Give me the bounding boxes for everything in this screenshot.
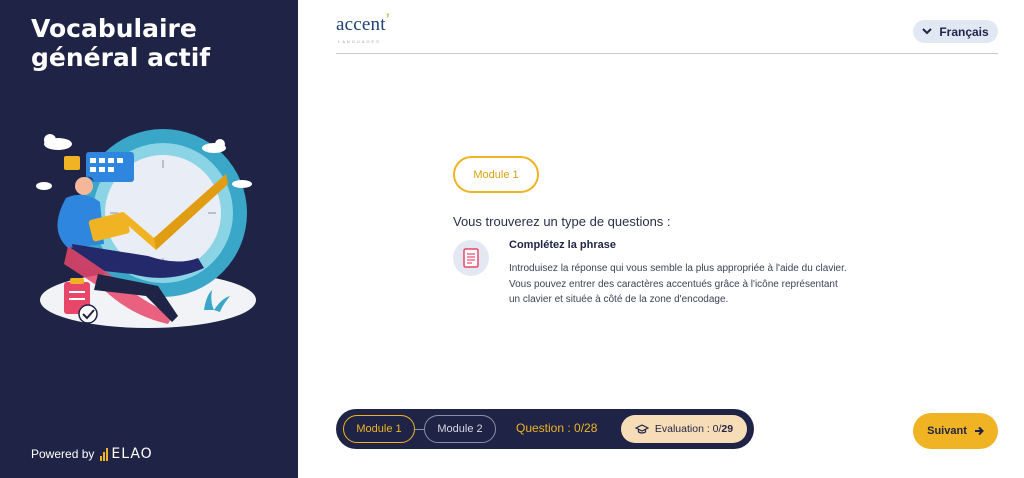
- course-title: Vocabulaire général actif: [31, 14, 281, 72]
- elao-logo: ELAO: [100, 446, 152, 462]
- description-line: Vous pouvez entrer des caractères accent…: [509, 278, 838, 290]
- brand-tick: ’: [385, 10, 390, 26]
- intro-text: Vous trouverez un type de questions :: [453, 214, 671, 229]
- sidebar: Vocabulaire général actif Powered by ELA…: [0, 0, 298, 478]
- language-label: Français: [939, 24, 989, 39]
- arrow-right-icon: [974, 426, 984, 436]
- chevron-down-icon: [922, 28, 933, 35]
- course-title-line-1: Vocabulaire: [31, 14, 197, 43]
- next-button-label: Suivant: [927, 425, 967, 437]
- question-type-description: Introduisez la réponse qui vous semble l…: [509, 261, 899, 308]
- accent-logo: accent’ LANGUAGES: [336, 10, 390, 48]
- question-type-title: Complétez la phrase: [509, 239, 616, 251]
- document-icon: [453, 240, 489, 276]
- course-title-line-2: général actif: [31, 43, 211, 72]
- brand-name: accent: [336, 14, 386, 35]
- module-tab-1[interactable]: Module 1: [343, 415, 415, 443]
- question-counter: Question : 0/28: [516, 421, 598, 435]
- powered-by: Powered by ELAO: [31, 446, 153, 462]
- brand-subtitle: LANGUAGES: [338, 39, 381, 44]
- language-select-button[interactable]: Français: [913, 20, 998, 43]
- app-root: Vocabulaire général actif Powered by ELA…: [0, 0, 1024, 478]
- elao-bars-icon: [100, 447, 109, 461]
- evaluation-total: 29: [721, 423, 734, 435]
- description-line: Introduisez la réponse qui vous semble l…: [509, 263, 847, 274]
- header-divider: [336, 53, 998, 54]
- module-tab-2[interactable]: Module 2: [424, 415, 496, 443]
- elao-logo-text: ELAO: [111, 446, 153, 462]
- next-button[interactable]: Suivant: [913, 413, 998, 449]
- current-module-badge: Module 1: [453, 156, 539, 193]
- evaluation-label: Evaluation : 0/: [654, 423, 722, 435]
- evaluation-badge: Evaluation : 0/29: [621, 415, 747, 443]
- course-illustration: [36, 129, 256, 328]
- person: [75, 177, 93, 195]
- module-connector: [415, 429, 424, 430]
- description-line: un clavier et située à côté de la zone d…: [509, 294, 729, 305]
- progress-bar: Module 1 Module 2 Question : 0/28 Evalua…: [336, 409, 754, 449]
- powered-by-label: Powered by: [31, 447, 95, 461]
- graduation-cap-icon: [634, 423, 649, 434]
